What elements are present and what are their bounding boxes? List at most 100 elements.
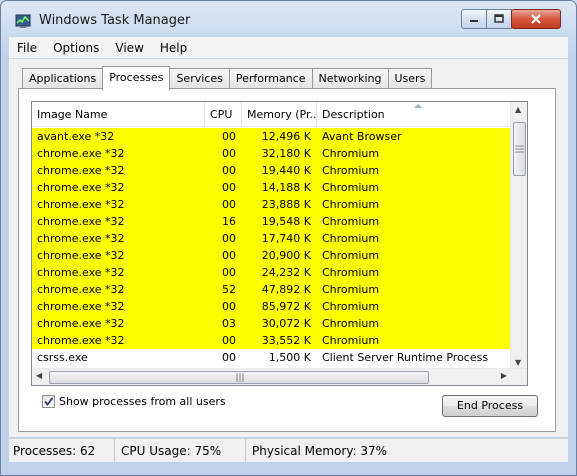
table-row[interactable]: chrome.exe *32 52 47,892 K Chromium	[32, 281, 511, 298]
table-row[interactable]: chrome.exe *32 00 19,440 K Chromium	[32, 162, 511, 179]
cell-memory: 17,740 K	[261, 232, 311, 245]
cell-cpu: 00	[222, 351, 236, 364]
cell-description: Avant Browser	[322, 130, 402, 143]
tab-applications[interactable]: Applications	[22, 68, 104, 89]
cell-description: Chromium	[322, 232, 380, 245]
cell-memory: 12,496 K	[261, 130, 311, 143]
grip-icon	[515, 145, 524, 153]
scroll-left-icon[interactable]: ◀	[36, 371, 42, 380]
tab-processes[interactable]: Processes	[102, 66, 171, 90]
client-area: Applications Processes Services Performa…	[9, 59, 568, 437]
table-row[interactable]: chrome.exe *32 00 20,900 K Chromium	[32, 247, 511, 264]
cell-memory: 19,440 K	[261, 164, 311, 177]
show-all-users-label: Show processes from all users	[59, 395, 226, 408]
cell-cpu: 00	[222, 164, 236, 177]
table-row[interactable]: chrome.exe *32 03 30,072 K Chromium	[32, 315, 511, 332]
column-memory[interactable]: Memory (Pr...	[242, 102, 317, 127]
cell-memory: 33,552 K	[261, 334, 311, 347]
cell-memory: 32,180 K	[261, 147, 311, 160]
column-description-label: Description	[322, 108, 385, 121]
title-bar[interactable]: Windows Task Manager	[1, 1, 576, 37]
cell-cpu: 00	[222, 181, 236, 194]
tab-networking[interactable]: Networking	[311, 68, 389, 89]
menu-view[interactable]: View	[107, 37, 151, 59]
status-cpu-usage: CPU Usage: 75%	[115, 439, 246, 463]
end-process-button[interactable]: End Process	[442, 395, 538, 417]
table-row[interactable]: chrome.exe *32 00 32,180 K Chromium	[32, 145, 511, 162]
menu-help[interactable]: Help	[152, 37, 195, 59]
cell-description: Chromium	[322, 266, 380, 279]
column-image-name[interactable]: Image Name	[32, 102, 205, 127]
cell-image-name: chrome.exe *32	[37, 249, 125, 262]
table-row[interactable]: chrome.exe *32 00 33,552 K Chromium	[32, 332, 511, 349]
cell-description: Chromium	[322, 334, 380, 347]
maximize-icon	[494, 14, 504, 23]
grip-icon	[236, 373, 244, 382]
menu-options[interactable]: Options	[45, 37, 107, 59]
table-row[interactable]: chrome.exe *32 00 14,188 K Chromium	[32, 179, 511, 196]
menu-bar: File Options View Help	[9, 37, 568, 59]
tab-strip: Applications Processes Services Performa…	[22, 66, 433, 90]
cell-cpu: 16	[222, 215, 236, 228]
close-icon	[531, 14, 541, 24]
scroll-right-icon[interactable]: ▶	[501, 371, 507, 380]
cell-description: Chromium	[322, 300, 380, 313]
horizontal-scrollbar[interactable]: ◀ ▶	[32, 368, 527, 385]
scroll-up-icon[interactable]: ▲	[515, 105, 521, 114]
table-row[interactable]: chrome.exe *32 16 19,548 K Chromium	[32, 213, 511, 230]
cell-description: Chromium	[322, 249, 380, 262]
cell-cpu: 03	[222, 317, 236, 330]
show-all-users-checkbox[interactable]	[42, 395, 55, 408]
table-row[interactable]: chrome.exe *32 00 24,232 K Chromium	[32, 264, 511, 281]
scroll-down-icon[interactable]: ▼	[515, 358, 521, 367]
status-physical-memory: Physical Memory: 37%	[252, 444, 388, 458]
cell-image-name: chrome.exe *32	[37, 215, 125, 228]
show-all-users-option[interactable]: Show processes from all users	[42, 395, 226, 408]
cell-image-name: chrome.exe *32	[37, 266, 125, 279]
cell-cpu: 00	[222, 334, 236, 347]
horizontal-scroll-thumb[interactable]	[49, 371, 429, 384]
table-row[interactable]: chrome.exe *32 00 23,888 K Chromium	[32, 196, 511, 213]
status-processes: Processes: 62	[9, 439, 115, 463]
cell-cpu: 00	[222, 130, 236, 143]
close-button[interactable]	[511, 9, 561, 29]
tab-services[interactable]: Services	[169, 68, 230, 89]
cell-memory: 24,232 K	[261, 266, 311, 279]
task-manager-icon	[15, 14, 31, 28]
cell-image-name: chrome.exe *32	[37, 334, 125, 347]
cell-image-name: csrss.exe	[37, 351, 88, 364]
table-row[interactable]: avant.exe *32 00 12,496 K Avant Browser	[32, 128, 511, 145]
cell-memory: 19,548 K	[261, 215, 311, 228]
cell-memory: 30,072 K	[261, 317, 311, 330]
tab-performance[interactable]: Performance	[228, 68, 313, 89]
table-row[interactable]: csrss.exe 00 1,500 K Client Server Runtime …	[32, 349, 511, 366]
column-description[interactable]: Description	[317, 102, 511, 127]
maximize-button[interactable]	[486, 9, 512, 29]
vertical-scroll-thumb[interactable]	[513, 122, 526, 176]
window-title: Windows Task Manager	[39, 13, 191, 28]
process-rows: avant.exe *32 00 12,496 K Avant Browser chro…	[32, 128, 511, 366]
menu-file[interactable]: File	[9, 37, 45, 59]
cell-cpu: 00	[222, 232, 236, 245]
cell-memory: 85,972 K	[261, 300, 311, 313]
cell-image-name: chrome.exe *32	[37, 198, 125, 211]
cell-cpu: 00	[222, 147, 236, 160]
minimize-icon	[470, 20, 478, 22]
cell-image-name: avant.exe *32	[37, 130, 115, 143]
tab-users[interactable]: Users	[387, 68, 433, 89]
cell-cpu: 00	[222, 300, 236, 313]
status-bar: Processes: 62 CPU Usage: 75% Physical Me…	[9, 438, 568, 463]
task-manager-window: Windows Task Manager File Options View H…	[0, 0, 577, 476]
cell-description: Chromium	[322, 147, 380, 160]
checkmark-icon	[44, 397, 54, 406]
minimize-button[interactable]	[461, 9, 487, 29]
table-row[interactable]: chrome.exe *32 00 85,972 K Chromium	[32, 298, 511, 315]
cell-image-name: chrome.exe *32	[37, 181, 125, 194]
vertical-scrollbar[interactable]: ▲ ▼	[510, 102, 527, 370]
cell-image-name: chrome.exe *32	[37, 232, 125, 245]
cell-cpu: 52	[222, 283, 236, 296]
cell-description: Chromium	[322, 198, 380, 211]
column-cpu[interactable]: CPU	[205, 102, 242, 127]
process-list[interactable]: Image Name CPU Memory (Pr... Description…	[31, 101, 528, 386]
table-row[interactable]: chrome.exe *32 00 17,740 K Chromium	[32, 230, 511, 247]
